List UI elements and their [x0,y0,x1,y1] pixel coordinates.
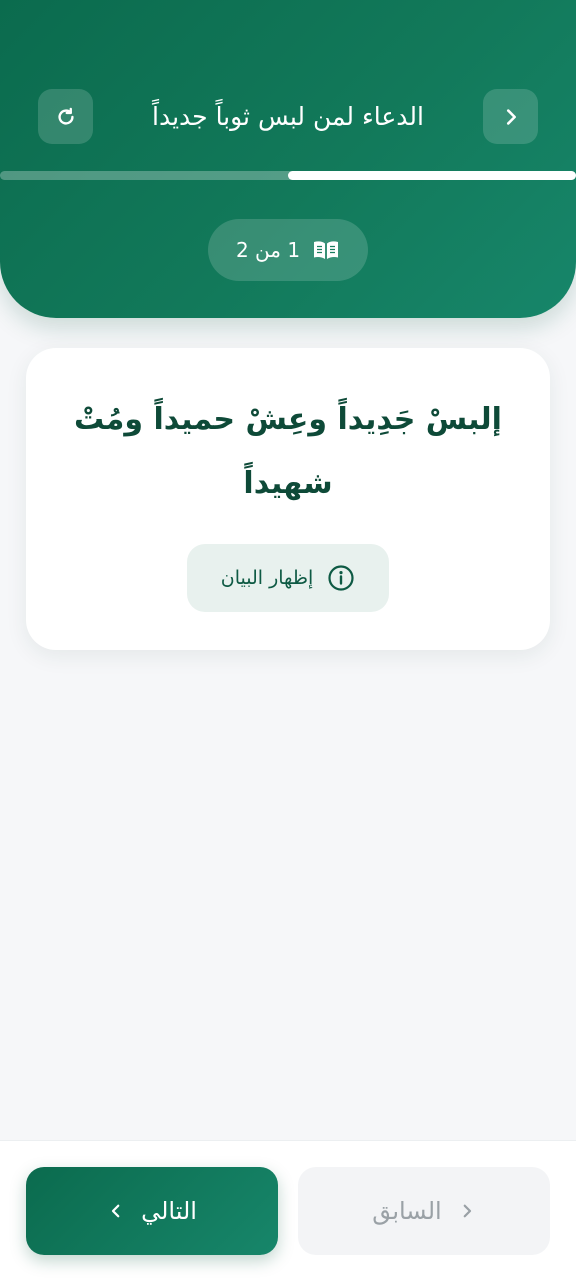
bottom-navigation: التالي السابق [0,1140,576,1281]
previous-button[interactable]: السابق [298,1167,550,1255]
page-title: الدعاء لمن لبس ثوباً جديداً [152,102,424,131]
next-label: التالي [141,1197,197,1225]
refresh-icon [57,107,74,125]
progress-fill [288,171,576,180]
info-icon [328,565,354,591]
previous-label: السابق [372,1197,442,1225]
reset-button[interactable] [38,89,93,144]
book-icon [314,241,339,259]
next-button[interactable]: التالي [26,1167,278,1255]
back-button[interactable] [483,89,538,144]
show-explanation-button[interactable]: إظهار البيان [187,544,389,612]
chevron-right-icon [506,108,516,125]
counter-badge: 1 من 2 [208,219,368,281]
progress-bar [0,171,576,180]
counter-text: 1 من 2 [235,238,301,262]
chevron-right-icon [463,1204,471,1218]
chevron-left-icon [111,1204,120,1218]
dua-card: إلبسْ جَدِيداً وعِشْ حميداً ومُتْ شهيداً… [26,348,550,650]
show-explanation-label: إظهار البيان [220,567,314,589]
header: الدعاء لمن لبس ثوباً جديداً 1 من 2 [0,0,576,318]
dua-text: إلبسْ جَدِيداً وعِشْ حميداً ومُتْ شهيداً [74,402,502,501]
